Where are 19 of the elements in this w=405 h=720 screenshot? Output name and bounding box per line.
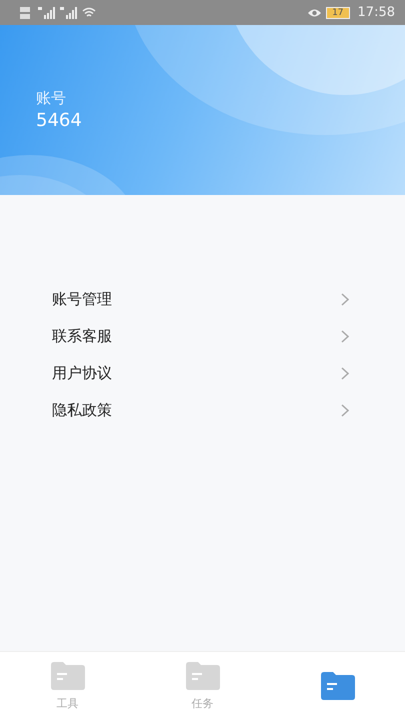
folder-icon [320, 672, 354, 700]
chevron-right-icon [341, 330, 349, 343]
folder-icon [50, 662, 84, 690]
signal-icon [60, 6, 78, 18]
chevron-right-icon [341, 293, 349, 306]
chevron-right-icon [341, 367, 349, 380]
eye-icon [307, 8, 322, 18]
menu-item[interactable]: 隐私政策 [0, 392, 405, 429]
account-number: 5464 [36, 110, 83, 131]
battery-icon: 17 [326, 6, 350, 18]
menu-item[interactable]: 账号管理 [0, 281, 405, 318]
menu-item[interactable]: 联系客服 [0, 318, 405, 355]
clock-time: 17:58 [358, 5, 395, 20]
signal-icon [38, 6, 56, 18]
account-label: 账号 [36, 89, 67, 108]
chevron-right-icon [341, 404, 349, 417]
menu-item[interactable]: 用户协议 [0, 355, 405, 392]
folder-icon [186, 662, 220, 690]
wifi-icon [82, 7, 96, 18]
